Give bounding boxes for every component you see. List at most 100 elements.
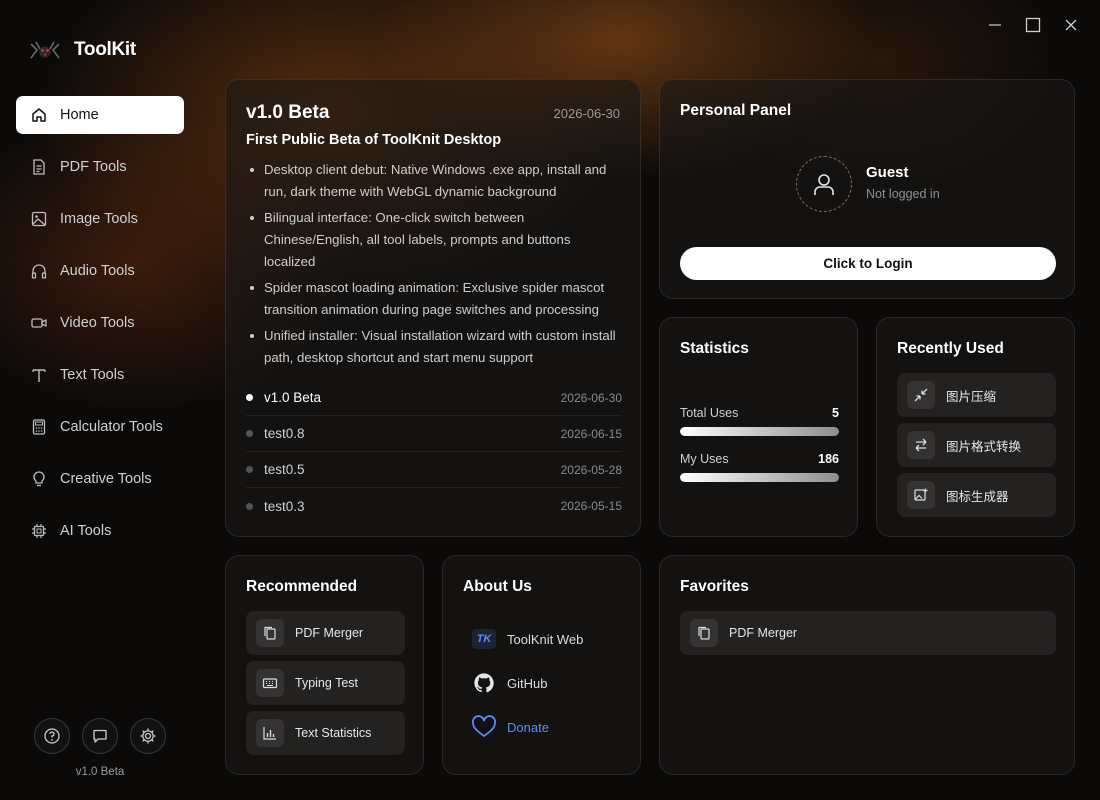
version-row[interactable]: test0.8 2026-06-15 <box>246 416 622 452</box>
sidebar-item-label: AI Tools <box>60 523 112 539</box>
recent-item-label: 图片压缩 <box>946 389 997 404</box>
changelog-subtitle: First Public Beta of ToolKnit Desktop <box>246 132 502 148</box>
help-button[interactable] <box>34 718 70 754</box>
image-icon <box>30 210 48 228</box>
help-icon <box>44 728 60 744</box>
app-logo: ToolKit <box>26 36 136 64</box>
sidebar-item-home[interactable]: Home <box>16 96 184 134</box>
my-uses-value: 186 <box>818 452 839 466</box>
total-uses-stat: Total Uses 5 <box>680 406 839 436</box>
app-name: ToolKit <box>74 39 136 60</box>
calculator-icon <box>30 418 48 436</box>
recent-item[interactable]: 图片压缩 <box>897 373 1056 417</box>
sidebar-item-label: Audio Tools <box>60 263 135 279</box>
close-button[interactable] <box>1060 14 1082 36</box>
compress-icon <box>907 381 935 409</box>
sidebar-item-audio-tools[interactable]: Audio Tools <box>16 252 184 290</box>
changelog-bullet: Desktop client debut: Native Windows .ex… <box>246 159 616 203</box>
sidebar-item-creative-tools[interactable]: Creative Tools <box>16 460 184 498</box>
favorites-card: Favorites PDF Merger <box>659 555 1075 775</box>
about-us-title: About Us <box>463 578 532 595</box>
minimize-icon <box>989 24 1001 26</box>
version-list: v1.0 Beta 2026-06-30 test0.8 2026-06-15 … <box>246 380 622 524</box>
maximize-button[interactable] <box>1022 14 1044 36</box>
feedback-button[interactable] <box>82 718 118 754</box>
personal-panel-card: Personal Panel Guest Not logged in Click… <box>659 79 1075 299</box>
version-date: 2026-06-30 <box>560 390 622 405</box>
statistics-title: Statistics <box>680 340 749 357</box>
changelog-bullet: Spider mascot loading animation: Exclusi… <box>246 277 616 321</box>
recommended-card: Recommended PDF Merger Typing Test Text … <box>225 555 424 775</box>
recent-item-label: 图标生成器 <box>946 489 1009 504</box>
sidebar-item-calculator-tools[interactable]: Calculator Tools <box>16 408 184 446</box>
keyboard-icon <box>256 669 284 697</box>
avatar[interactable] <box>796 156 852 212</box>
version-name: v1.0 Beta <box>264 390 322 405</box>
minimize-button[interactable] <box>984 14 1006 36</box>
github-label: GitHub <box>507 675 548 691</box>
recently-used-card: Recently Used 图片压缩 图片格式转换 图标生成器 <box>876 317 1075 537</box>
toolknit-web-label: ToolKnit Web <box>507 631 584 647</box>
home-icon <box>30 106 48 124</box>
login-status: Not logged in <box>866 187 940 201</box>
version-row[interactable]: test0.5 2026-05-28 <box>246 452 622 488</box>
recent-item[interactable]: 图片格式转换 <box>897 423 1056 467</box>
copy-icon <box>690 619 718 647</box>
version-row[interactable]: v1.0 Beta 2026-06-30 <box>246 380 622 416</box>
sidebar-item-image-tools[interactable]: Image Tools <box>16 200 184 238</box>
changelog-bullet: Bilingual interface: One-click switch be… <box>246 207 616 273</box>
recommended-item[interactable]: Text Statistics <box>246 711 405 755</box>
feedback-icon <box>93 729 107 743</box>
total-uses-bar-fill <box>680 427 839 436</box>
sidebar-item-pdf-tools[interactable]: PDF Tools <box>16 148 184 186</box>
version-date: 2026-05-28 <box>560 462 622 477</box>
headphones-icon <box>30 262 48 280</box>
login-button[interactable]: Click to Login <box>680 247 1056 280</box>
my-uses-stat: My Uses 186 <box>680 452 839 482</box>
sidebar-item-ai-tools[interactable]: AI Tools <box>16 512 184 550</box>
heart-icon <box>471 714 497 740</box>
recommended-item-label: Typing Test <box>295 676 359 690</box>
donate-link[interactable]: Donate <box>471 714 549 740</box>
lightbulb-icon <box>30 470 48 488</box>
sidebar-item-label: Creative Tools <box>60 471 152 487</box>
toolknit-web-icon: TK <box>471 626 497 652</box>
recommended-item-label: PDF Merger <box>295 626 364 640</box>
chip-icon <box>30 522 48 540</box>
recent-item[interactable]: 图标生成器 <box>897 473 1056 517</box>
sidebar-item-text-tools[interactable]: Text Tools <box>16 356 184 394</box>
dot-icon <box>246 466 253 473</box>
about-us-card: About Us TK ToolKnit Web GitHub Donate <box>442 555 641 775</box>
current-dot-icon <box>246 394 253 401</box>
statistics-card: Statistics Total Uses 5 My Uses 186 <box>659 317 858 537</box>
github-icon <box>471 670 497 696</box>
sidebar-item-label: Text Tools <box>60 367 125 383</box>
github-link[interactable]: GitHub <box>471 670 547 696</box>
text-icon <box>30 366 48 384</box>
version-date: 2026-05-15 <box>560 499 622 513</box>
spider-logo-icon <box>30 41 60 59</box>
icon-generator-icon <box>907 481 935 509</box>
recommended-item[interactable]: PDF Merger <box>246 611 405 655</box>
changelog-date: 2026-06-30 <box>553 106 621 121</box>
version-name: test0.3 <box>264 498 305 514</box>
favorite-item-label: PDF Merger <box>729 626 798 640</box>
version-row[interactable]: test0.3 2026-05-15 <box>246 488 622 524</box>
convert-icon <box>907 431 935 459</box>
maximize-icon <box>1025 17 1041 33</box>
user-icon <box>814 174 834 195</box>
recommended-item[interactable]: Typing Test <box>246 661 405 705</box>
sidebar-item-label: Calculator Tools <box>60 419 163 435</box>
toolknit-web-link[interactable]: TK ToolKnit Web <box>471 626 583 652</box>
sidebar-item-label: Image Tools <box>60 211 138 227</box>
pdf-icon <box>30 158 48 176</box>
dot-icon <box>246 502 253 510</box>
changelog-bullet: Unified installer: Visual installation w… <box>246 325 616 369</box>
my-uses-label: My Uses <box>680 452 729 466</box>
recommended-item-label: Text Statistics <box>295 726 372 740</box>
settings-button[interactable] <box>130 718 166 754</box>
my-uses-bar <box>680 473 839 482</box>
favorite-item[interactable]: PDF Merger <box>680 611 1056 655</box>
sidebar-item-video-tools[interactable]: Video Tools <box>16 304 184 342</box>
version-name: test0.5 <box>264 462 305 477</box>
